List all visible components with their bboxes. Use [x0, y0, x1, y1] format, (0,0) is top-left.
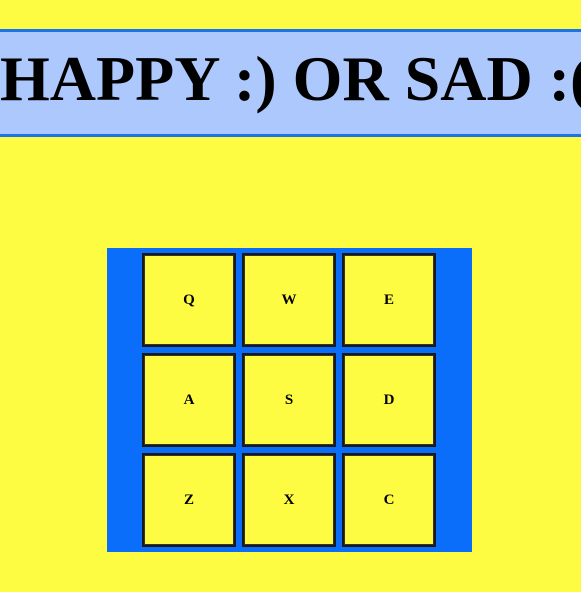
key-q[interactable]: Q	[142, 253, 236, 347]
key-e[interactable]: E	[342, 253, 436, 347]
key-d[interactable]: D	[342, 353, 436, 447]
page-title: HAPPY :) OR SAD :(	[0, 43, 581, 114]
title-banner: HAPPY :) OR SAD :(	[0, 29, 581, 137]
key-s[interactable]: S	[242, 353, 336, 447]
key-z[interactable]: Z	[142, 453, 236, 547]
key-c[interactable]: C	[342, 453, 436, 547]
key-w[interactable]: W	[242, 253, 336, 347]
key-grid: Q W E A S D Z X C	[107, 248, 472, 552]
key-x[interactable]: X	[242, 453, 336, 547]
key-a[interactable]: A	[142, 353, 236, 447]
